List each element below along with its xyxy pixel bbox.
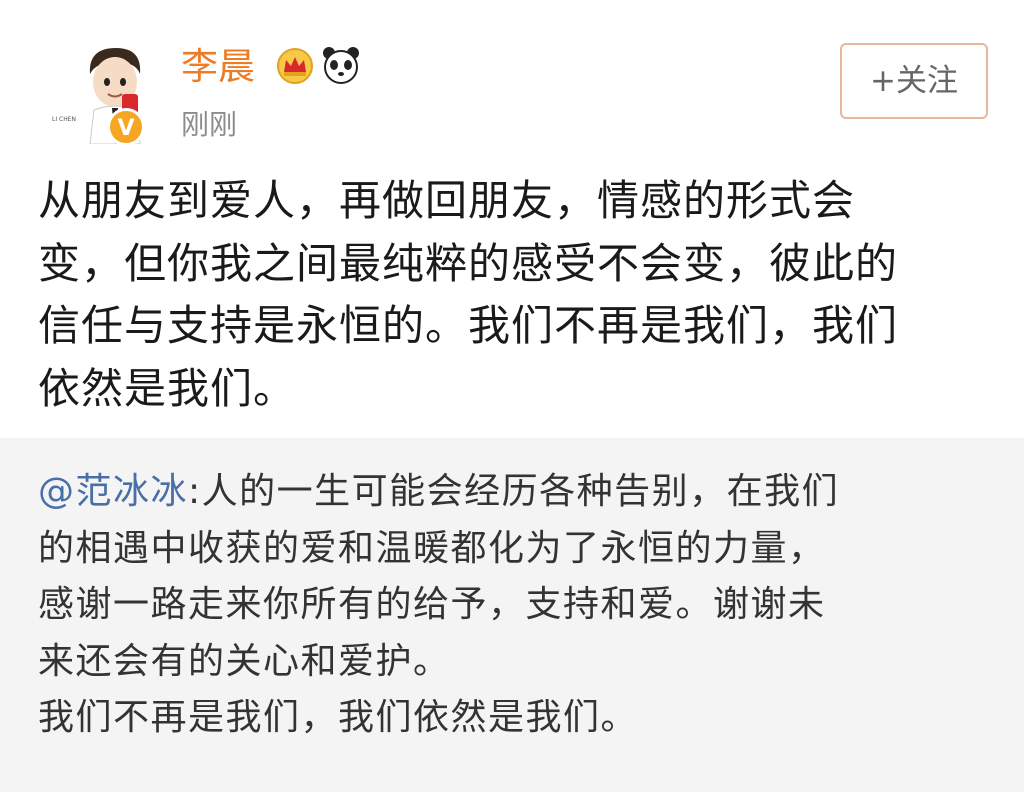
repost-line: 的相遇中收获的爱和温暖都化为了永恒的力量， xyxy=(38,527,826,569)
repost-line: 来还会有的关心和爱护。 xyxy=(38,640,451,682)
username[interactable]: 李晨 xyxy=(181,44,255,90)
repost-line: @范冰冰:人的一生可能会经历各种告别，在我们 xyxy=(38,464,998,521)
follow-button[interactable]: +关注 xyxy=(840,43,988,119)
post-time: 刚刚 xyxy=(181,108,238,141)
post-line: 变，但你我之间最纯粹的感受不会变，彼此的 xyxy=(38,238,899,288)
mention-link[interactable]: @范冰冰 xyxy=(38,471,188,512)
repost-block[interactable]: @范冰冰:人的一生可能会经历各种告别，在我们 的相遇中收获的爱和温暖都化为了永恒… xyxy=(0,438,1024,792)
repost-body: @范冰冰:人的一生可能会经历各种告别，在我们 的相遇中收获的爱和温暖都化为了永恒… xyxy=(38,464,998,747)
verified-badge-icon: V xyxy=(107,108,145,146)
repost-line-text: :人的一生可能会经历各种告别，在我们 xyxy=(188,471,840,512)
post-line: 依然是我们。 xyxy=(38,363,297,413)
repost-line: 我们不再是我们，我们依然是我们。 xyxy=(38,697,639,738)
post-line: 从朋友到爱人，再做回朋友，情感的形式会 xyxy=(38,176,856,225)
post-body: 从朋友到爱人，再做回朋友，情感的形式会 变，但你我之间最纯粹的感受不会变，彼此的… xyxy=(38,170,988,420)
post-line: 信任与支持是永恒的。我们不再是我们，我们 xyxy=(38,301,899,350)
panda-icon xyxy=(323,47,359,84)
crown-icon xyxy=(277,48,313,84)
avatar-caption: LI CHEN xyxy=(52,116,76,123)
repost-line: 感谢一路走来你所有的给予，支持和爱。谢谢未 xyxy=(38,584,826,625)
